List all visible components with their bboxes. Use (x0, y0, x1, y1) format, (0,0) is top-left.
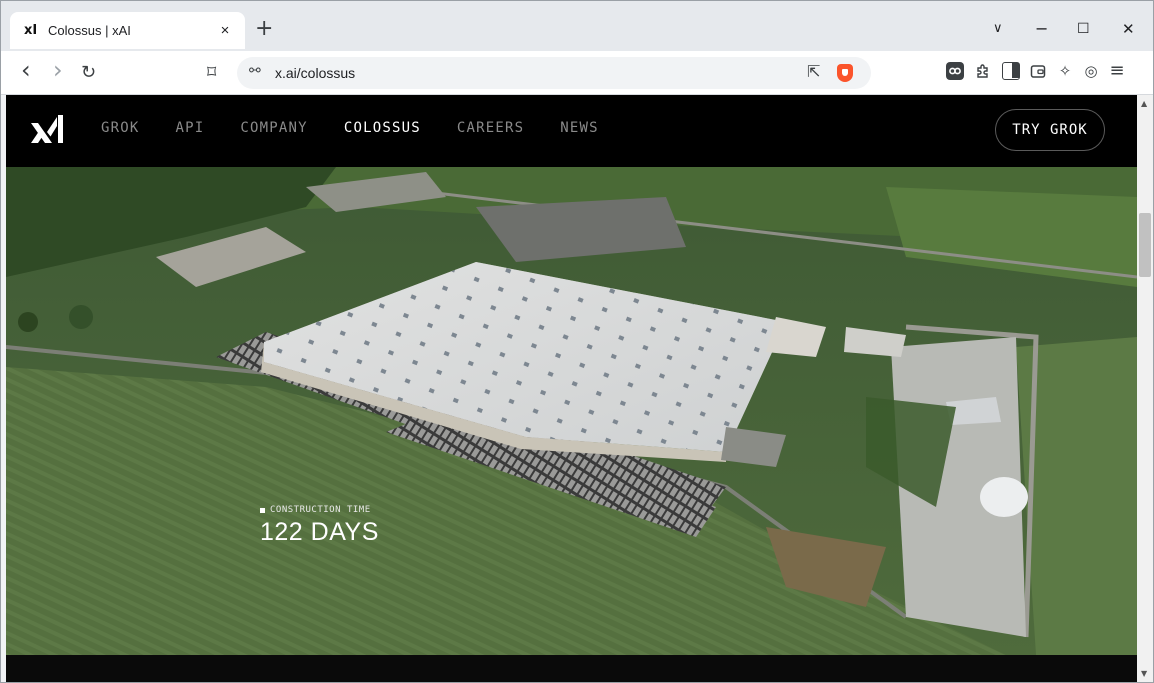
nav-link-colossus[interactable]: COLOSSUS (344, 120, 421, 136)
url-text[interactable]: x.ai/colossus (275, 65, 355, 81)
site-nav: GROK API COMPANY COLOSSUS CAREERS NEWS (101, 120, 635, 136)
close-tab-icon[interactable]: × (217, 22, 233, 39)
scroll-down-icon[interactable]: ▼ (1141, 669, 1147, 678)
browser-window: xI Colossus | xAI × + ∨ − ☐ ✕ ‹ › ↻ ⌑ ⚯ … (0, 0, 1154, 683)
nav-link-api[interactable]: API (176, 120, 205, 136)
scroll-up-icon[interactable]: ▲ (1141, 99, 1147, 108)
page-scrollbar[interactable]: ▲ ▼ (1137, 95, 1153, 682)
stat-value: 122 DAYS (260, 518, 379, 546)
aerial-facility-illustration (6, 167, 1137, 655)
browser-toolbar: ‹ › ↻ ⌑ ⚯ x.ai/colossus ⇱ ✧ ◎ ≡ (1, 51, 1153, 95)
next-section (6, 655, 1137, 682)
new-tab-button[interactable]: + (255, 15, 273, 43)
page-viewport: GROK API COMPANY COLOSSUS CAREERS NEWS T… (6, 95, 1137, 682)
menu-icon[interactable]: ≡ (1108, 62, 1126, 80)
bookmark-button[interactable]: ⌑ (207, 61, 216, 85)
wallet-icon[interactable] (1029, 62, 1047, 80)
share-icon[interactable]: ⇱ (807, 62, 820, 81)
leo-ai-icon[interactable]: ✧ (1056, 62, 1074, 80)
try-grok-button[interactable]: TRY GROK (995, 109, 1105, 151)
nav-link-careers[interactable]: CAREERS (457, 120, 524, 136)
sidebar-panel-icon[interactable] (1002, 62, 1020, 80)
nav-link-news[interactable]: NEWS (560, 120, 599, 136)
vpn-icon[interactable]: ◎ (1082, 62, 1100, 80)
sidebar-toggle-icon[interactable] (946, 62, 964, 80)
close-window-button[interactable]: ✕ (1122, 15, 1135, 43)
nav-link-grok[interactable]: GROK (101, 120, 140, 136)
brave-shields-icon[interactable] (837, 64, 853, 82)
tab-colossus[interactable]: xI Colossus | xAI × (10, 12, 245, 49)
back-button[interactable]: ‹ (21, 58, 31, 82)
bullet-square-icon (260, 507, 265, 513)
maximize-button[interactable]: ☐ (1077, 15, 1090, 43)
tab-strip: xI Colossus | xAI × + ∨ − ☐ ✕ (1, 1, 1153, 51)
extensions-icon[interactable] (974, 62, 992, 80)
site-header: GROK API COMPANY COLOSSUS CAREERS NEWS T… (6, 95, 1137, 167)
xai-logo-icon[interactable] (28, 111, 68, 151)
nav-link-company[interactable]: COMPANY (240, 120, 307, 136)
reload-button[interactable]: ↻ (81, 61, 96, 85)
tab-title: Colossus | xAI (48, 23, 131, 38)
stat-label: CONSTRUCTION TIME (270, 505, 371, 515)
minimize-button[interactable]: − (1035, 15, 1048, 43)
scroll-thumb[interactable] (1139, 213, 1151, 277)
xai-favicon-icon: xI (24, 23, 38, 38)
tab-search-dropdown-icon[interactable]: ∨ (993, 15, 1003, 43)
forward-button[interactable]: › (53, 58, 63, 82)
site-settings-icon[interactable]: ⚯ (249, 63, 261, 79)
construction-stat: CONSTRUCTION TIME 122 DAYS (260, 505, 379, 547)
address-bar[interactable]: ⚯ x.ai/colossus ⇱ (237, 57, 871, 89)
hero-aerial-image: CONSTRUCTION TIME 122 DAYS (6, 167, 1137, 655)
